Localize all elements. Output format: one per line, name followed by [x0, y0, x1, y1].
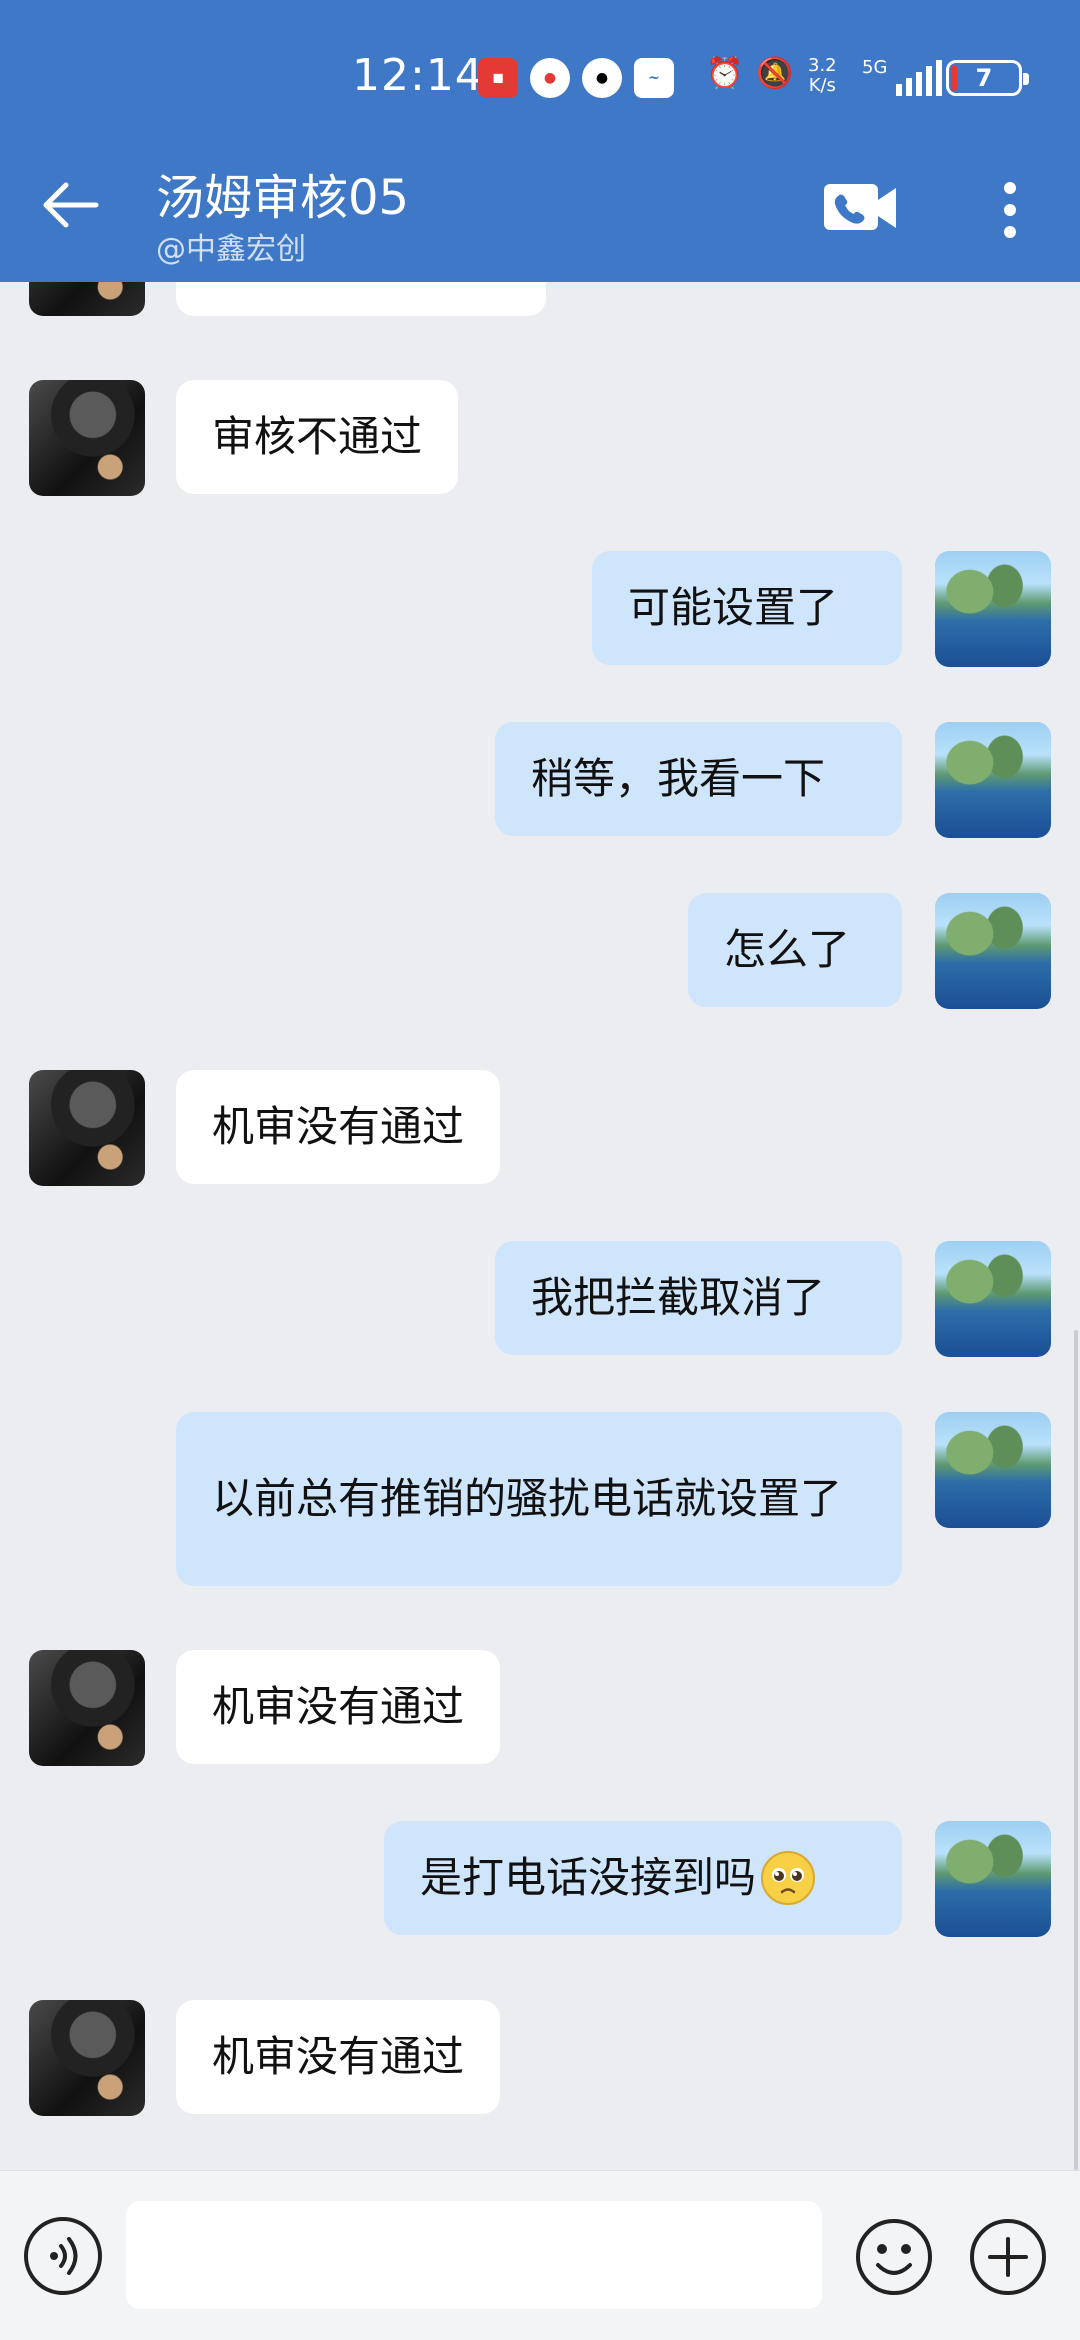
my-avatar[interactable]: [935, 893, 1051, 1009]
plus-button[interactable]: [968, 2217, 1048, 2297]
network-speed: 3.2 K/s: [808, 56, 837, 96]
shopping-app-icon: ●: [530, 58, 570, 98]
pleading-face-emoji-icon: [761, 1851, 816, 1905]
huawei-app-icon: ◼: [478, 58, 518, 98]
message-input[interactable]: [126, 2201, 822, 2309]
message-bubble-out[interactable]: 怎么了: [688, 893, 902, 1007]
scrollbar[interactable]: [1074, 1330, 1078, 2170]
status-time: 12:14: [352, 50, 484, 101]
message-text: 是打电话没接到吗: [420, 1853, 757, 1902]
back-button[interactable]: [36, 170, 106, 240]
smiley-icon: [856, 2219, 932, 2295]
mute-bell-icon: 🔕: [756, 56, 794, 91]
signal-bars-icon: [896, 58, 942, 96]
message-bubble-in[interactable]: 机审没有通过: [176, 1650, 501, 1764]
my-avatar[interactable]: [935, 1412, 1051, 1528]
message-bubble-out[interactable]: 稍等，我看一下: [495, 722, 902, 836]
contact-avatar[interactable]: [29, 1650, 145, 1766]
input-bar: [0, 2170, 1080, 2340]
contact-avatar[interactable]: [29, 380, 145, 496]
message-bubble-out[interactable]: 以前总有推销的骚扰电话就设置了: [176, 1412, 902, 1586]
message-bubble-out[interactable]: 可能设置了: [592, 551, 902, 665]
battery-icon: 7: [946, 60, 1029, 96]
contact-avatar[interactable]: [29, 2000, 145, 2116]
message-bubble-in[interactable]: 机审没有通过: [176, 2000, 501, 2114]
my-avatar[interactable]: [935, 551, 1051, 667]
chat-subtitle: @中鑫宏创: [156, 232, 306, 267]
message-bubble-in[interactable]: 机审没有通过: [176, 1070, 501, 1184]
qq-penguin-icon: ●: [582, 58, 622, 98]
my-avatar[interactable]: [935, 1241, 1051, 1357]
message-bubble-out[interactable]: 是打电话没接到吗: [384, 1821, 902, 1935]
chat-header: 12:14 ◼ ● ● ~ ⏰ 🔕 3.2 K/s 5G 7 汤姆审核05 @中…: [0, 0, 1080, 282]
alarm-icon: ⏰: [706, 56, 744, 91]
more-vertical-icon: [990, 182, 1030, 238]
plus-circle-icon: [970, 2219, 1046, 2295]
message-bubble-in[interactable]: 审核不通过: [176, 380, 459, 494]
call-button[interactable]: [822, 178, 900, 238]
my-avatar[interactable]: [935, 722, 1051, 838]
status-bar: 12:14 ◼ ● ● ~ ⏰ 🔕 3.2 K/s 5G 7: [0, 0, 1080, 150]
message-app-icon: ~: [634, 58, 674, 98]
contact-avatar[interactable]: [29, 1070, 145, 1186]
network-type: 5G: [862, 57, 888, 78]
network-speed-unit: K/s: [808, 75, 836, 96]
message-bubble-out[interactable]: 我把拦截取消了: [495, 1241, 902, 1355]
voice-wave-icon: [50, 2237, 78, 2275]
more-options-button[interactable]: [990, 176, 1030, 246]
back-arrow-icon: [43, 182, 99, 228]
message-text: 以前总有推销的骚扰电话就设置了: [212, 1474, 843, 1523]
voice-button[interactable]: [24, 2217, 102, 2295]
emoji-button[interactable]: [854, 2217, 934, 2297]
network-speed-value: 3.2: [808, 55, 837, 76]
chat-title: 汤姆审核05: [156, 170, 410, 226]
battery-level: 7: [975, 64, 993, 92]
phone-video-icon: [824, 184, 896, 230]
my-avatar[interactable]: [935, 1821, 1051, 1937]
